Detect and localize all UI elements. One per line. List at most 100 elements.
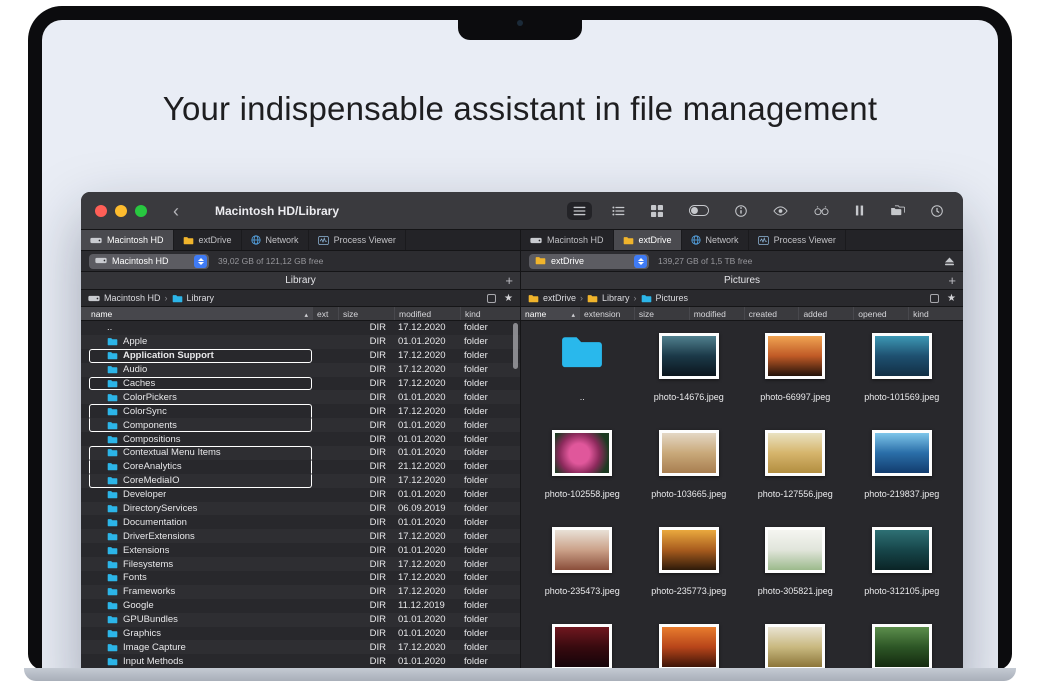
file-row-driverextensions[interactable]: DriverExtensionsDIR17.12.2020folder (81, 529, 520, 543)
file-row-audio[interactable]: AudioDIR17.12.2020folder (81, 363, 520, 377)
file-row-developer[interactable]: DeveloperDIR01.01.2020folder (81, 488, 520, 502)
minimize-button[interactable] (115, 205, 127, 217)
eject-button[interactable] (944, 257, 955, 266)
back-button[interactable] (173, 202, 179, 220)
favorites-star-icon[interactable] (947, 293, 956, 304)
breadcrumb-item-library[interactable]: Library (587, 293, 630, 303)
left-add-tab-button[interactable]: + (505, 272, 513, 289)
grid-item-photo-102558-jpeg[interactable]: photo-102558.jpeg (529, 430, 636, 527)
file-row-apple[interactable]: AppleDIR01.01.2020folder (81, 335, 520, 349)
breadcrumb-item-pictures[interactable]: Pictures (641, 293, 689, 303)
photo-image (875, 627, 929, 667)
column-header-opened[interactable]: opened (853, 307, 908, 320)
column-header-kind[interactable]: kind (460, 307, 520, 320)
split-view-icon[interactable] (849, 201, 870, 220)
grid-item-photo-235773-jpeg[interactable]: photo-235773.jpeg (636, 527, 743, 624)
breadcrumb-item-library[interactable]: Library (172, 293, 215, 303)
column-header-size[interactable]: size (634, 307, 689, 320)
panel-options-icon[interactable] (930, 294, 939, 303)
file-row-google[interactable]: GoogleDIR11.12.2019folder (81, 599, 520, 613)
file-kind: folder (460, 586, 520, 597)
file-name: Input Methods (123, 656, 183, 667)
list-view-icon[interactable] (567, 202, 592, 220)
file-row-contextual-menu-items[interactable]: Contextual Menu ItemsDIR01.01.2020folder (81, 446, 520, 460)
file-row-colorpickers[interactable]: ColorPickersDIR01.01.2020folder (81, 390, 520, 404)
column-header-extension[interactable]: extension (579, 307, 634, 320)
column-header-name[interactable]: name (81, 307, 312, 320)
panel-options-icon[interactable] (487, 294, 496, 303)
grid-item-photo-312105-jpeg[interactable]: photo-312105.jpeg (849, 527, 956, 624)
column-header-created[interactable]: created (744, 307, 799, 320)
file-row-extensions[interactable]: ExtensionsDIR01.01.2020folder (81, 543, 520, 557)
file-row-components[interactable]: ComponentsDIR01.01.2020folder (81, 418, 520, 432)
right-drive-select[interactable]: extDrive (529, 254, 649, 269)
quick-look-icon[interactable] (767, 202, 794, 220)
file-row-colorsync[interactable]: ColorSyncDIR17.12.2020folder (81, 404, 520, 418)
file-row-parent[interactable]: ..DIR17.12.2020folder (81, 321, 520, 335)
grid-item-unnamed[interactable] (849, 624, 956, 670)
column-header-modified[interactable]: modified (689, 307, 744, 320)
breadcrumb-item-extdrive[interactable]: extDrive (528, 293, 576, 303)
folder-tree-icon[interactable] (884, 201, 911, 220)
laptop-notch (458, 6, 582, 40)
file-row-frameworks[interactable]: FrameworksDIR17.12.2020folder (81, 585, 520, 599)
grid-item-unnamed[interactable] (636, 624, 743, 670)
grid-item-photo-101569-jpeg[interactable]: photo-101569.jpeg (849, 333, 956, 430)
grid-item-unnamed[interactable] (742, 624, 849, 670)
column-header-modified[interactable]: modified (394, 307, 460, 320)
file-row-caches[interactable]: CachesDIR17.12.2020folder (81, 377, 520, 391)
favorites-star-icon[interactable] (504, 293, 513, 304)
grid-item-photo-14676-jpeg[interactable]: photo-14676.jpeg (636, 333, 743, 430)
column-header-kind[interactable]: kind (908, 307, 963, 320)
info-icon[interactable] (729, 201, 753, 221)
tab-macintosh-hd[interactable]: Macintosh HD (81, 230, 174, 250)
file-row-graphics[interactable]: GraphicsDIR01.01.2020folder (81, 627, 520, 641)
grid-item-unnamed[interactable]: .. (529, 333, 636, 430)
tab-network[interactable]: Network (242, 230, 309, 250)
column-view-icon[interactable] (606, 202, 631, 220)
grid-item-photo-219837-jpeg[interactable]: photo-219837.jpeg (849, 430, 956, 527)
photo-thumbnail (765, 527, 825, 573)
tab-process-viewer[interactable]: Process Viewer (309, 230, 406, 250)
file-row-image-capture[interactable]: Image CaptureDIR17.12.2020folder (81, 640, 520, 654)
search-icon[interactable] (808, 202, 835, 220)
left-scrollbar-thumb[interactable] (513, 323, 518, 369)
grid-item-photo-235473-jpeg[interactable]: photo-235473.jpeg (529, 527, 636, 624)
breadcrumb-item-macintosh-hd[interactable]: Macintosh HD (88, 293, 161, 303)
file-row-compositions[interactable]: CompositionsDIR01.01.2020folder (81, 432, 520, 446)
right-add-tab-button[interactable]: + (948, 272, 956, 289)
tab-extdrive[interactable]: extDrive (614, 230, 682, 250)
file-row-filesystems[interactable]: FilesystemsDIR17.12.2020folder (81, 557, 520, 571)
file-row-gpubundles[interactable]: GPUBundlesDIR01.01.2020folder (81, 613, 520, 627)
file-kind: folder (460, 503, 520, 514)
zoom-button[interactable] (135, 205, 147, 217)
tab-extdrive[interactable]: extDrive (174, 230, 242, 250)
column-header-name[interactable]: name (521, 307, 579, 320)
file-modified: 01.01.2020 (394, 614, 460, 625)
column-header-size[interactable]: size (338, 307, 394, 320)
grid-view-icon[interactable] (645, 201, 669, 221)
grid-item-photo-103665-jpeg[interactable]: photo-103665.jpeg (636, 430, 743, 527)
file-row-fonts[interactable]: FontsDIR17.12.2020folder (81, 571, 520, 585)
history-icon[interactable] (925, 201, 949, 221)
grid-item-photo-66997-jpeg[interactable]: photo-66997.jpeg (742, 333, 849, 430)
dual-pane-toggle-icon[interactable] (683, 201, 715, 220)
file-row-coreanalytics[interactable]: CoreAnalyticsDIR21.12.2020folder (81, 460, 520, 474)
file-row-application-support[interactable]: Application SupportDIR17.12.2020folder (81, 349, 520, 363)
column-header-ext[interactable]: ext (312, 307, 338, 320)
file-name-cell: Graphics (89, 627, 312, 641)
left-drive-select[interactable]: Macintosh HD (89, 254, 209, 269)
file-modified: 17.12.2020 (394, 559, 460, 570)
grid-item-unnamed[interactable] (529, 624, 636, 670)
close-button[interactable] (95, 205, 107, 217)
grid-item-photo-305821-jpeg[interactable]: photo-305821.jpeg (742, 527, 849, 624)
grid-item-photo-127556-jpeg[interactable]: photo-127556.jpeg (742, 430, 849, 527)
tab-process-viewer[interactable]: Process Viewer (749, 230, 846, 250)
column-header-added[interactable]: added (798, 307, 853, 320)
file-row-coremediaio[interactable]: CoreMediaIODIR17.12.2020folder (81, 474, 520, 488)
tab-network[interactable]: Network (682, 230, 749, 250)
file-row-directoryservices[interactable]: DirectoryServicesDIR06.09.2019folder (81, 502, 520, 516)
file-row-input-methods[interactable]: Input MethodsDIR01.01.2020folder (81, 654, 520, 668)
file-row-documentation[interactable]: DocumentationDIR01.01.2020folder (81, 515, 520, 529)
tab-macintosh-hd[interactable]: Macintosh HD (521, 230, 614, 250)
